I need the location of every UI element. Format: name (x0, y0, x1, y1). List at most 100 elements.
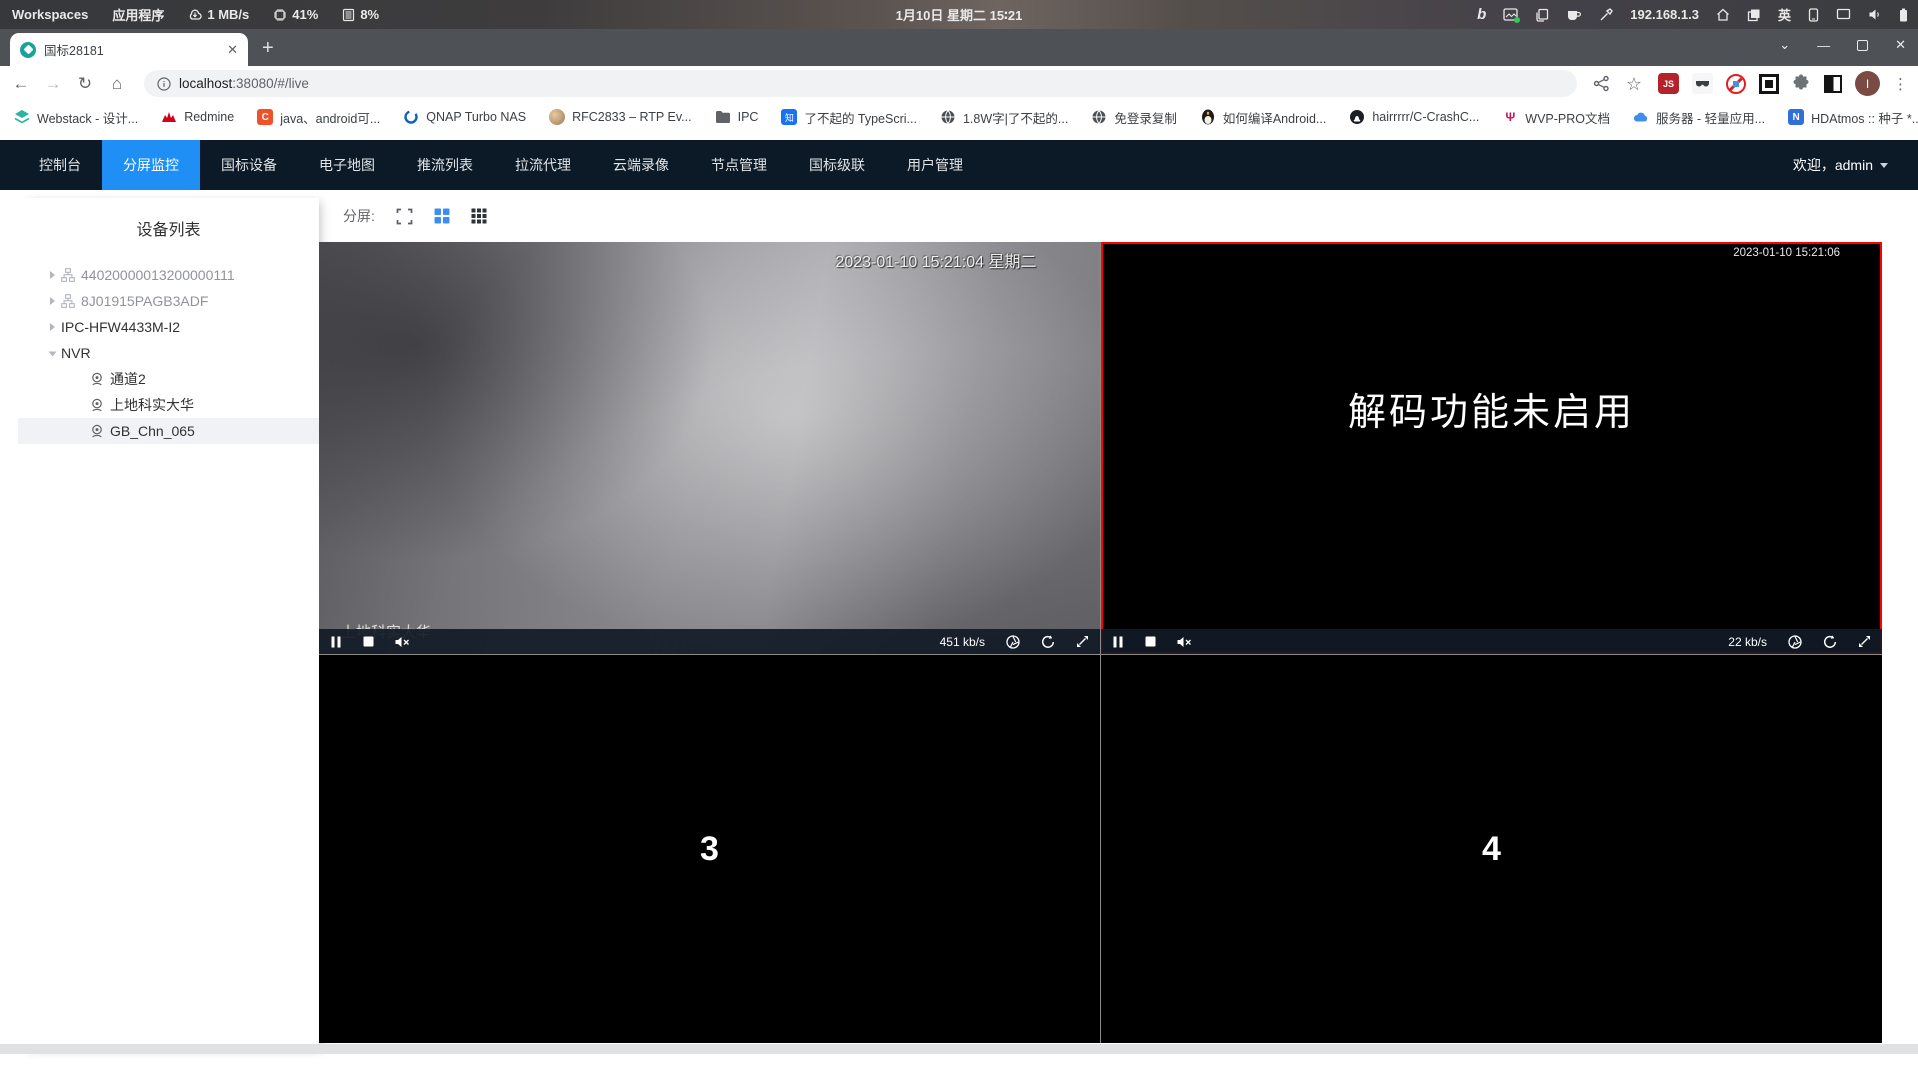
nav-tab-node-manage[interactable]: 节点管理 (690, 140, 788, 190)
nav-tab-map[interactable]: 电子地图 (298, 140, 396, 190)
split-2x2-button-active[interactable] (434, 208, 450, 224)
caret-right-icon[interactable] (50, 323, 55, 331)
video-window-2-selected[interactable]: 2023-01-10 15:21:06 解码功能未启用 22 kb/s (1101, 242, 1882, 654)
split-1x1-button[interactable] (396, 208, 413, 225)
screenshot-tray-icon[interactable] (1503, 8, 1521, 23)
horizontal-scrollbar[interactable] (0, 1044, 1918, 1054)
split-3x3-button[interactable] (471, 208, 487, 224)
bookmark-item[interactable]: 1.8W字|了不起的... (940, 108, 1068, 127)
window-minimize-button[interactable]: — (1817, 38, 1830, 53)
mute-button[interactable] (395, 636, 410, 648)
bookmark-item[interactable]: RFC2833 – RTP Ev... (549, 109, 692, 125)
phone-link-icon[interactable] (1808, 7, 1819, 22)
pause-button[interactable] (1112, 636, 1124, 648)
nav-tab-pull-proxy[interactable]: 拉流代理 (494, 140, 592, 190)
user-menu[interactable]: 欢迎，admin (1793, 155, 1918, 175)
mute-button[interactable] (1177, 636, 1192, 648)
bookmark-star-icon[interactable]: ☆ (1623, 75, 1645, 93)
video-window-4-empty[interactable]: 4 (1101, 655, 1882, 1043)
video-window-1[interactable]: 2023-01-10 15:21:04 星期二 上地科实大华 451 kb/s (319, 242, 1100, 654)
bookmark-item[interactable]: 如何编译Android... (1200, 108, 1326, 127)
profile-avatar[interactable]: I (1855, 71, 1880, 96)
bookmark-item[interactable]: Ψ WVP-PRO文档 (1502, 108, 1610, 127)
refresh-button[interactable] (1823, 634, 1837, 649)
video-grid: 2023-01-10 15:21:04 星期二 上地科实大华 451 kb/s (319, 242, 1882, 1043)
nav-tab-split-monitor[interactable]: 分屏监控 (102, 140, 200, 190)
reload-button[interactable]: ↻ (74, 75, 96, 92)
fullscreen-button[interactable] (1076, 635, 1089, 648)
bookmark-item[interactable]: 服务器 - 轻量应用... (1633, 108, 1765, 127)
nav-tab-gb-devices[interactable]: 国标设备 (200, 140, 298, 190)
address-bar[interactable]: localhost:38080/#/live (144, 70, 1577, 97)
snapshot-button[interactable] (1006, 634, 1020, 649)
tab-search-icon[interactable]: ⌄ (1779, 37, 1790, 53)
tree-node-device[interactable]: IPC-HFW4433M-I2 (18, 314, 319, 340)
input-method-indicator[interactable]: 英 (1778, 5, 1791, 24)
picker-tray-icon[interactable] (1599, 7, 1614, 22)
webstack-icon (14, 110, 30, 124)
stop-button[interactable] (1145, 636, 1156, 647)
bookmark-item[interactable]: N HDAtmos :: 种子 *... (1788, 108, 1918, 127)
fullscreen-button[interactable] (1858, 635, 1871, 648)
bookmark-item[interactable]: 知 了不起的 TypeScri... (781, 108, 917, 127)
clipboard-tray-icon[interactable] (1535, 8, 1549, 22)
home-button[interactable]: ⌂ (106, 75, 128, 92)
video1-control-bar: 451 kb/s (319, 629, 1100, 654)
tree-node-device-expanded[interactable]: NVR (18, 340, 319, 366)
coffee-tray-icon[interactable] (1566, 8, 1582, 21)
applications-menu[interactable]: 应用程序 (112, 5, 164, 24)
bookmark-item[interactable]: 免登录复制 (1091, 108, 1177, 127)
os-top-bar: Workspaces 应用程序 1 MB/s 41% 8% 1月10日 星期二 … (0, 0, 1918, 29)
bookmark-item[interactable]: C java、android可... (257, 108, 380, 127)
bookmark-item[interactable]: Redmine (161, 109, 234, 125)
bookmark-item[interactable]: hairrrrr/C-CrashC... (1349, 109, 1479, 125)
tree-node-channel-selected[interactable]: GB_Chn_065 (18, 418, 319, 444)
window-close-button[interactable]: ✕ (1895, 37, 1906, 53)
forward-button[interactable]: → (42, 75, 64, 92)
caret-down-icon[interactable] (48, 351, 57, 357)
bookmark-folder[interactable]: IPC (715, 109, 758, 125)
bing-tray-icon[interactable]: b (1477, 6, 1486, 23)
site-info-icon[interactable] (157, 76, 171, 91)
tree-node-platform[interactable]: 44020000013200000111 (18, 262, 319, 288)
window-maximize-button[interactable] (1857, 39, 1869, 51)
extensions-puzzle-icon[interactable] (1792, 74, 1811, 93)
browser-menu-icon[interactable]: ⋮ (1893, 75, 1908, 93)
nav-tab-console[interactable]: 控制台 (18, 140, 102, 190)
battery-tray-icon[interactable] (1899, 8, 1908, 22)
nav-tab-cloud-record[interactable]: 云端录像 (592, 140, 690, 190)
new-tab-button[interactable]: + (262, 37, 274, 60)
mask-extension-icon[interactable] (1692, 73, 1713, 94)
tree-node-platform[interactable]: 8J01915PAGB3ADF (18, 288, 319, 314)
display-tray-icon[interactable] (1836, 8, 1851, 21)
nav-tab-user-manage[interactable]: 用户管理 (886, 140, 984, 190)
clock[interactable]: 1月10日 星期二 15∶21 (896, 5, 1023, 24)
tree-node-channel[interactable]: 上地科实大华 (18, 392, 319, 418)
refresh-button[interactable] (1041, 634, 1055, 649)
ip-address[interactable]: 192.168.1.3 (1630, 7, 1699, 22)
volume-tray-icon[interactable] (1868, 8, 1882, 21)
video-window-3-empty[interactable]: 3 (319, 655, 1100, 1043)
tree-node-channel[interactable]: 通道2 (18, 366, 319, 392)
caret-right-icon[interactable] (50, 271, 55, 279)
bookmark-item[interactable]: Webstack - 设计... (14, 108, 138, 127)
snapshot-button[interactable] (1788, 634, 1802, 649)
contrast-extension-icon[interactable] (1824, 74, 1842, 93)
stop-button[interactable] (363, 636, 374, 647)
nav-tab-gb-cascade[interactable]: 国标级联 (788, 140, 886, 190)
caret-right-icon[interactable] (50, 297, 55, 305)
adblock-extension-icon[interactable] (1726, 73, 1746, 94)
workspaces-button[interactable]: Workspaces (12, 7, 88, 22)
share-icon[interactable] (1593, 75, 1610, 92)
frame-extension-icon[interactable] (1759, 73, 1779, 94)
tab-close-icon[interactable]: ✕ (227, 42, 238, 58)
browser-tab[interactable]: 国标28181 ✕ (10, 33, 248, 66)
js-extension-icon[interactable]: JS (1658, 73, 1679, 94)
nav-tab-push-list[interactable]: 推流列表 (396, 140, 494, 190)
back-button[interactable]: ← (10, 75, 32, 92)
home-tray-icon[interactable] (1716, 8, 1730, 21)
windows-tray-icon[interactable] (1747, 8, 1761, 22)
c-site-icon: C (257, 109, 274, 125)
pause-button[interactable] (330, 636, 342, 648)
bookmark-item[interactable]: QNAP Turbo NAS (403, 109, 526, 125)
